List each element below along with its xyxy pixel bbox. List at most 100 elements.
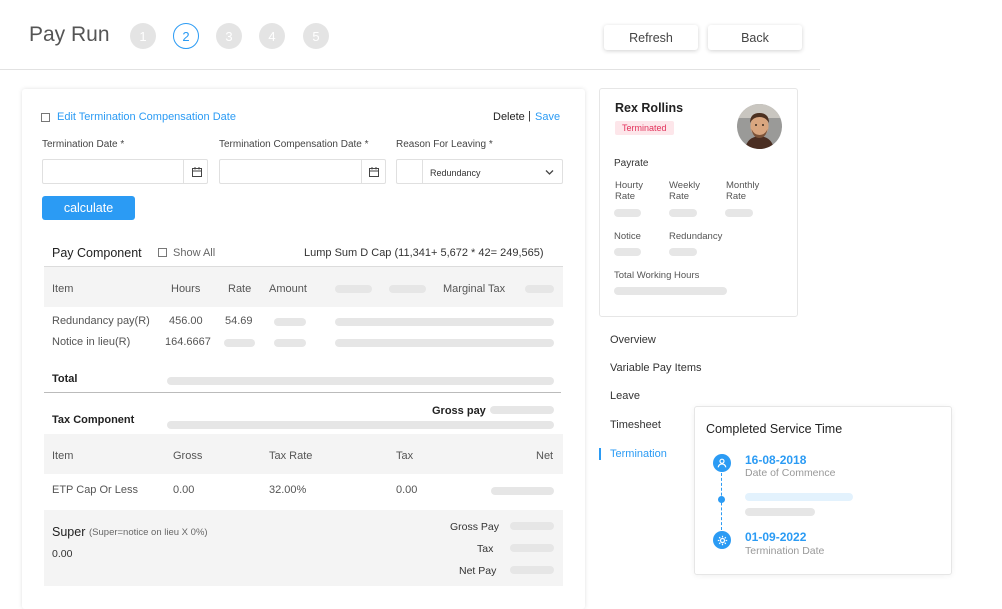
placeholder-bar — [510, 544, 554, 552]
termination-date: 01-09-2022 — [745, 530, 807, 544]
table-row-item: ETP Cap Or Less — [52, 484, 138, 496]
header-divider — [0, 69, 820, 70]
step-3[interactable]: 3 — [216, 23, 242, 49]
placeholder-bar — [335, 339, 554, 347]
service-time-title: Completed Service Time — [706, 422, 843, 436]
placeholder-bar — [669, 209, 697, 217]
step-1[interactable]: 1 — [130, 23, 156, 49]
chevron-down-icon — [545, 170, 554, 175]
super-net-pay-label: Net Pay — [459, 565, 497, 577]
placeholder-bar — [389, 285, 426, 293]
compensation-date-input[interactable] — [219, 159, 386, 184]
super-tax-label: Tax — [477, 543, 494, 555]
placeholder-bar — [490, 406, 554, 414]
nav-active-indicator — [599, 448, 601, 460]
column-header-gross: Gross — [173, 450, 203, 462]
placeholder-bar — [745, 493, 853, 501]
column-header-item: Item — [52, 450, 74, 462]
nav-leave[interactable]: Leave — [610, 390, 640, 402]
column-header-tax-rate: Tax Rate — [269, 450, 313, 462]
termination-date-label: Termination Date * — [42, 139, 125, 150]
calendar-icon[interactable] — [191, 166, 203, 178]
placeholder-bar — [510, 566, 554, 574]
placeholder-bar — [274, 318, 306, 326]
super-value: 0.00 — [52, 548, 73, 560]
nav-variable-pay-items[interactable]: Variable Pay Items — [610, 362, 702, 374]
refresh-button[interactable]: Refresh — [604, 25, 698, 50]
redundancy-label: Redundancy — [669, 231, 723, 242]
super-note: (Super=notice on lieu X 0%) — [89, 527, 208, 538]
placeholder-bar — [525, 285, 554, 293]
edit-compensation-label[interactable]: Edit Termination Compensation Date — [57, 111, 236, 123]
commence-date: 16-08-2018 — [745, 453, 807, 467]
step-5[interactable]: 5 — [303, 23, 329, 49]
super-title: Super — [52, 525, 86, 539]
notice-label: Notice — [614, 231, 641, 242]
compensation-date-label: Termination Compensation Date * — [219, 139, 369, 150]
gear-icon — [713, 531, 731, 549]
show-all-checkbox[interactable] — [158, 248, 167, 257]
weekly-rate-label: Weekly Rate — [669, 180, 700, 202]
placeholder-bar — [224, 339, 255, 347]
user-icon — [713, 454, 731, 472]
back-button[interactable]: Back — [708, 25, 802, 50]
termination-date-label-text: Termination Date — [745, 545, 825, 557]
action-separator: | — [528, 110, 531, 122]
placeholder-bar — [335, 285, 372, 293]
table-row-hours: 164.6667 — [165, 336, 211, 348]
table-row-hours: 456.00 — [169, 315, 203, 327]
placeholder-bar — [614, 287, 727, 295]
reason-value: Redundancy — [430, 168, 481, 178]
placeholder-bar — [274, 339, 306, 347]
hourly-rate-label: Hourty Rate — [615, 180, 643, 202]
placeholder-bar — [669, 248, 697, 256]
column-header-item: Item — [52, 283, 74, 295]
column-header-marginal-tax: Marginal Tax — [443, 283, 506, 295]
table-row-item: Notice in lieu(R) — [52, 336, 131, 348]
nav-termination[interactable]: Termination — [610, 448, 667, 460]
step-2[interactable]: 2 — [173, 23, 199, 49]
commence-label: Date of Commence — [745, 467, 836, 479]
divider — [44, 392, 561, 393]
placeholder-bar — [491, 487, 554, 495]
column-header-tax: Tax — [396, 450, 414, 462]
column-header-hours: Hours — [171, 283, 201, 295]
nav-overview[interactable]: Overview — [610, 334, 656, 346]
delete-link[interactable]: Delete — [493, 111, 525, 123]
total-label: Total — [52, 373, 78, 385]
placeholder-bar — [614, 248, 641, 256]
tax-component-title: Tax Component — [52, 414, 135, 426]
status-badge: Terminated — [615, 121, 674, 135]
lump-sum-text: Lump Sum D Cap (11,341+ 5,672 * 42= 249,… — [304, 247, 544, 259]
nav-timesheet[interactable]: Timesheet — [610, 419, 661, 431]
show-all-label[interactable]: Show All — [173, 247, 215, 259]
placeholder-bar — [510, 522, 554, 530]
reason-label: Reason For Leaving * — [396, 139, 493, 150]
column-header-net: Net — [536, 450, 554, 462]
save-link[interactable]: Save — [535, 111, 560, 123]
column-header-amount: Amount — [269, 283, 307, 295]
monthly-rate-label: Monthly Rate — [726, 180, 760, 202]
table-row-rate: 54.69 — [225, 315, 253, 327]
employee-name: Rex Rollins — [615, 101, 684, 115]
total-working-hours-label: Total Working Hours — [614, 270, 700, 281]
edit-compensation-checkbox[interactable] — [41, 113, 50, 122]
column-header-rate: Rate — [228, 283, 252, 295]
termination-date-input[interactable] — [42, 159, 208, 184]
avatar — [737, 104, 782, 149]
reason-select[interactable]: Redundancy — [396, 159, 563, 184]
table-row-tax: 0.00 — [396, 484, 418, 496]
step-4[interactable]: 4 — [259, 23, 285, 49]
calculate-button[interactable]: calculate — [42, 196, 135, 220]
calendar-icon[interactable] — [368, 166, 380, 178]
placeholder-bar — [167, 421, 554, 429]
gross-pay-label: Gross pay — [432, 405, 486, 417]
table-row-gross: 0.00 — [173, 484, 195, 496]
pay-component-title: Pay Component — [52, 246, 142, 260]
placeholder-bar — [614, 209, 641, 217]
placeholder-bar — [167, 377, 554, 385]
page-title: Pay Run — [29, 23, 110, 46]
placeholder-bar — [725, 209, 753, 217]
timeline-dot — [718, 496, 725, 503]
placeholder-bar — [335, 318, 554, 326]
